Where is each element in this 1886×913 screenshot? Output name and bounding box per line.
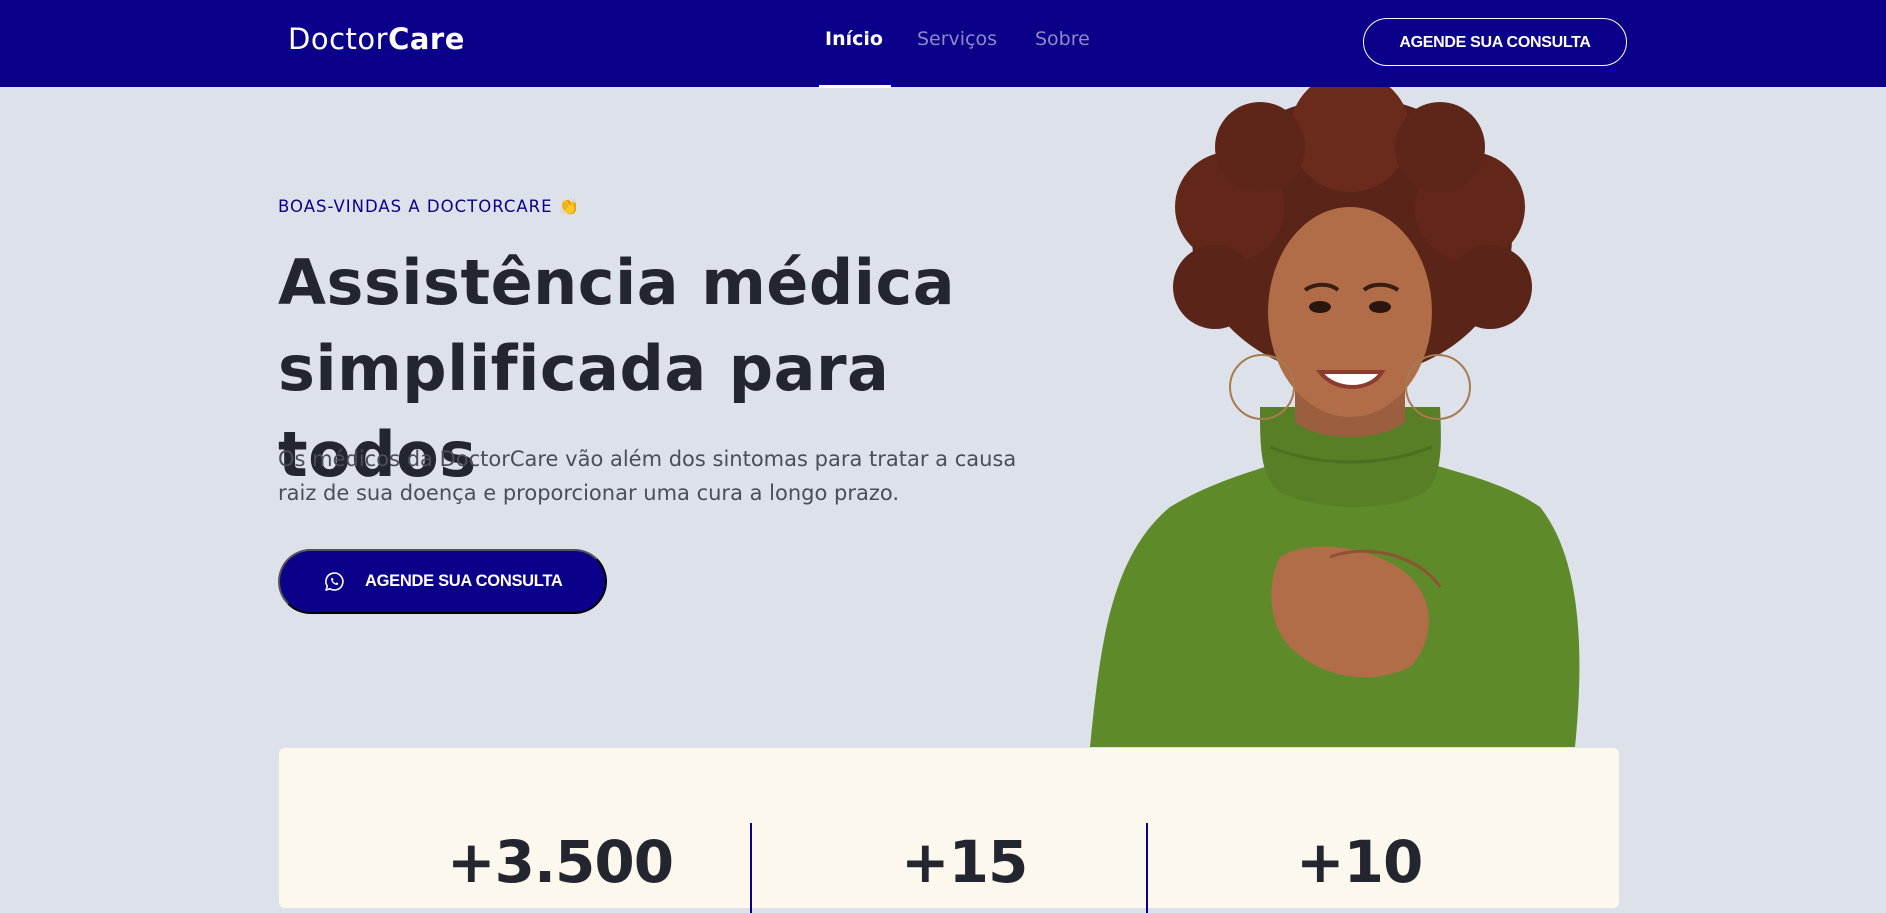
clapping-hands-emoji-icon: 👏 <box>558 197 581 216</box>
nav-link-inicio[interactable]: Início <box>825 28 883 50</box>
logo-bold: Care <box>388 22 465 56</box>
hero-schedule-button[interactable]: AGENDE SUA CONSULTA <box>278 549 607 614</box>
stat-value-specialists: +15 <box>901 828 1028 896</box>
logo[interactable]: DoctorCare <box>288 22 465 56</box>
eyebrow-text: BOAS-VINDAS A DOCTORCARE <box>278 197 553 216</box>
welcome-eyebrow: BOAS-VINDAS A DOCTORCARE 👏 <box>278 197 580 217</box>
stat-divider <box>750 823 752 913</box>
stat-divider <box>1146 823 1148 913</box>
whatsapp-icon <box>325 571 344 591</box>
stat-value-years: +10 <box>1296 828 1423 896</box>
header-schedule-button[interactable]: AGENDE SUA CONSULTA <box>1363 18 1627 66</box>
hero-cta-label: AGENDE SUA CONSULTA <box>365 572 563 590</box>
active-nav-indicator <box>819 85 891 88</box>
nav-link-sobre[interactable]: Sobre <box>1035 28 1090 50</box>
stats-card: +3.500 +15 +10 <box>279 748 1619 913</box>
logo-regular: Doctor <box>288 22 389 56</box>
stat-value-patients: +3.500 <box>447 828 674 896</box>
hero-woman-image <box>1090 87 1580 747</box>
hero-description: Os médicos da DoctorCare vão além dos si… <box>278 447 1017 505</box>
nav-link-servicos[interactable]: Serviços <box>917 28 997 50</box>
